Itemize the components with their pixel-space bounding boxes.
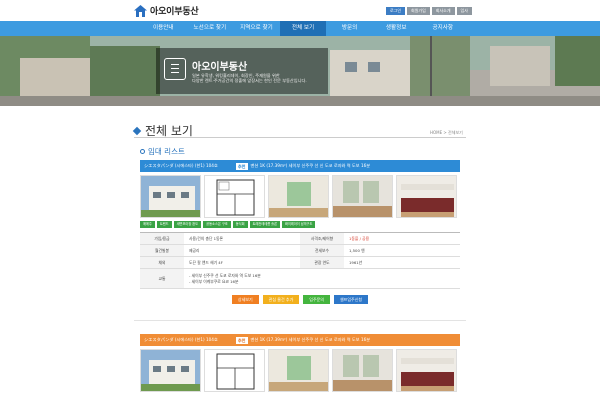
section-heading: 임대 리스트 — [140, 146, 185, 157]
nav-by-line[interactable]: 노선으로 찾기 — [187, 21, 234, 36]
feature-tag: 세면보아장 완도 — [173, 221, 202, 228]
add-favorite-button[interactable]: 관심 물건 추가 — [262, 295, 300, 304]
info-value: 제공리 — [189, 247, 200, 253]
recommend-badge: 추천 — [235, 162, 248, 170]
info-value: 1동을 / 공용 — [349, 235, 370, 241]
nav-guide[interactable]: 이용안내 — [140, 21, 187, 36]
self-apply-button[interactable]: 셀프입주신청 — [334, 295, 369, 304]
detail-button[interactable]: 상세보기 — [231, 295, 259, 304]
photo-kitchen[interactable] — [396, 349, 457, 392]
info-value: 1,500 엔 — [349, 247, 365, 253]
feature-tag: 동식회 — [232, 221, 248, 228]
hero-caption: 아오이부동산 일본 유학생, 워킹홀리데이, 회장인, 주재원을 위한 다양한 … — [156, 48, 328, 94]
inquiry-button[interactable]: 입주문의 — [303, 295, 330, 304]
info-key: 사격조/제어향 — [300, 233, 344, 244]
logo-text: 아오이부동산 — [150, 7, 199, 17]
listing-title-bar[interactable]: シエスタパンダ (시에스타) (한1) 104호 추천 맨션 1K (17.39… — [140, 160, 460, 172]
info-value: 1961년 — [349, 259, 363, 265]
list-icon — [164, 58, 186, 80]
hero-desc-line-2: 다양한 렌트·주거공간의 정출에 앞장서는 한인 전문 부동산입니다. — [192, 78, 307, 84]
info-key: 월건빌봉 — [140, 245, 184, 256]
feature-tag: 트레컨테테름 흘론 — [249, 221, 281, 228]
info-key: 전세보수 — [300, 245, 344, 256]
info-row: 월건빌봉 제공리 전세보수 1,500 엔 — [140, 245, 460, 257]
top-links: 로그인 회원가입 회사소개 입사 — [386, 7, 472, 15]
logo[interactable]: 아오이부동산 — [134, 4, 199, 17]
photo-floorplan[interactable] — [204, 349, 265, 392]
photo-exterior[interactable] — [140, 349, 201, 392]
listing-name: シエスタパンダ (시에스타) (한1) 104호 — [144, 163, 218, 168]
info-key: 가임/용금 — [140, 233, 184, 244]
photo-floorplan[interactable] — [204, 175, 265, 218]
listing-summary: 맨션 1K (17.39m²) 세이부 신주쿠 선 신 도코 로자와 역 도보 … — [250, 163, 371, 168]
feature-tag: 공동소스은 구조 — [203, 221, 231, 228]
listing-photos — [140, 175, 460, 218]
recommend-badge: 추천 — [235, 336, 248, 344]
listing-actions: 상세보기 관심 물건 추가 입주문의 셀프입주신청 — [140, 295, 460, 304]
photo-room[interactable] — [268, 175, 329, 218]
section-heading-text: 임대 리스트 — [148, 147, 185, 156]
feature-tag: 화이레아이 남의구도 — [282, 221, 316, 228]
listing-separator — [134, 320, 466, 321]
divider — [134, 137, 466, 138]
info-key: 교통 — [140, 269, 184, 288]
nav-notice[interactable]: 공지사항 — [419, 21, 466, 36]
info-row-traffic: 교통 - 세이부 신주쿠 선 도코 로자와 역 도보 16분 - 세이부 이케부… — [140, 269, 460, 289]
listing-card: シエスタパンダ (시에스타) (한1) 104호 추천 맨션 1K (17.39… — [140, 334, 460, 392]
hero-description: 일본 유학생, 워킹홀리데이, 회장인, 주재원을 위한 다양한 렌트·주거공간… — [192, 73, 492, 84]
info-row: 채외 도끈 칼 앤드 헤기 4F 관광 연도 1961년 — [140, 257, 460, 269]
main-nav: 이용안내 노선으로 찾기 지역으로 찾기 전체 보기 방문의 생활정보 공지사항 — [0, 21, 600, 36]
login-link[interactable]: 로그인 — [386, 7, 406, 15]
traffic-line: - 세이부 이케부쿠로 요코 16분 — [189, 278, 239, 284]
join-link[interactable]: 입사 — [456, 7, 472, 15]
feature-tag: 매매주 — [140, 221, 155, 228]
listing-info-table: 가임/용금 사용/건의 총단 1동론 사격조/제어향 1동을 / 공용 월건빌봉… — [140, 232, 460, 289]
info-key: 채외 — [140, 257, 184, 268]
info-value: 도끈 칼 앤드 헤기 4F — [189, 259, 223, 265]
nav-living-info[interactable]: 생활정보 — [373, 21, 420, 36]
feature-tag: 트렌드 — [156, 221, 172, 228]
nav-by-area[interactable]: 지역으로 찾기 — [233, 21, 280, 36]
signup-link[interactable]: 회원가입 — [407, 7, 430, 15]
diamond-icon — [132, 126, 142, 135]
photo-room[interactable] — [268, 349, 329, 392]
hero-banner: 아오이부동산 일본 유학생, 워킹홀리데이, 회장인, 주재원을 위한 다양한 … — [0, 36, 600, 106]
info-key: 관광 연도 — [300, 257, 344, 268]
info-row: 가임/용금 사용/건의 총단 1동론 사격조/제어향 1동을 / 공용 — [140, 233, 460, 245]
listing-photos — [140, 349, 460, 392]
photo-kitchen[interactable] — [396, 175, 457, 218]
page: 아오이부동산 로그인 회원가입 회사소개 입사 이용안내 노선으로 찾기 지역으… — [0, 0, 600, 400]
circle-icon — [140, 149, 145, 154]
hero-title: 아오이부동산 — [192, 62, 248, 73]
traffic-value: - 세이부 신주쿠 선 도코 로자와 역 도보 16분 - 세이부 이케부쿠로 … — [184, 273, 460, 284]
nav-visit[interactable]: 방문의 — [326, 21, 373, 36]
listing-title-bar[interactable]: シエスタパンダ (시에스타) (한1) 104호 추천 맨션 1K (17.39… — [140, 334, 460, 346]
photo-exterior[interactable] — [140, 175, 201, 218]
listing-name: シエスタパンダ (시에스타) (한1) 104호 — [144, 337, 218, 342]
listing-card: シエスタパンダ (시에스타) (한1) 104호 추천 맨션 1K (17.39… — [140, 160, 460, 304]
nav-view-all[interactable]: 전체 보기 — [279, 21, 327, 36]
photo-interior[interactable] — [332, 175, 393, 218]
about-link[interactable]: 회사소개 — [431, 7, 455, 15]
house-icon — [134, 4, 147, 17]
header: 아오이부동산 로그인 회원가입 회사소개 입사 — [0, 0, 600, 21]
feature-tags: 매매주 트렌드 세면보아장 완도 공동소스은 구조 동식회 트레컨테테름 흘론 … — [140, 221, 460, 228]
info-value: 사용/건의 총단 1동론 — [189, 235, 224, 241]
photo-interior[interactable] — [332, 349, 393, 392]
listing-summary: 맨션 1K (17.39m²) 세이부 신주쿠 선 신 도코 로자와 역 도보 … — [250, 337, 371, 342]
breadcrumb: HOME > 전체보기 — [430, 130, 463, 135]
